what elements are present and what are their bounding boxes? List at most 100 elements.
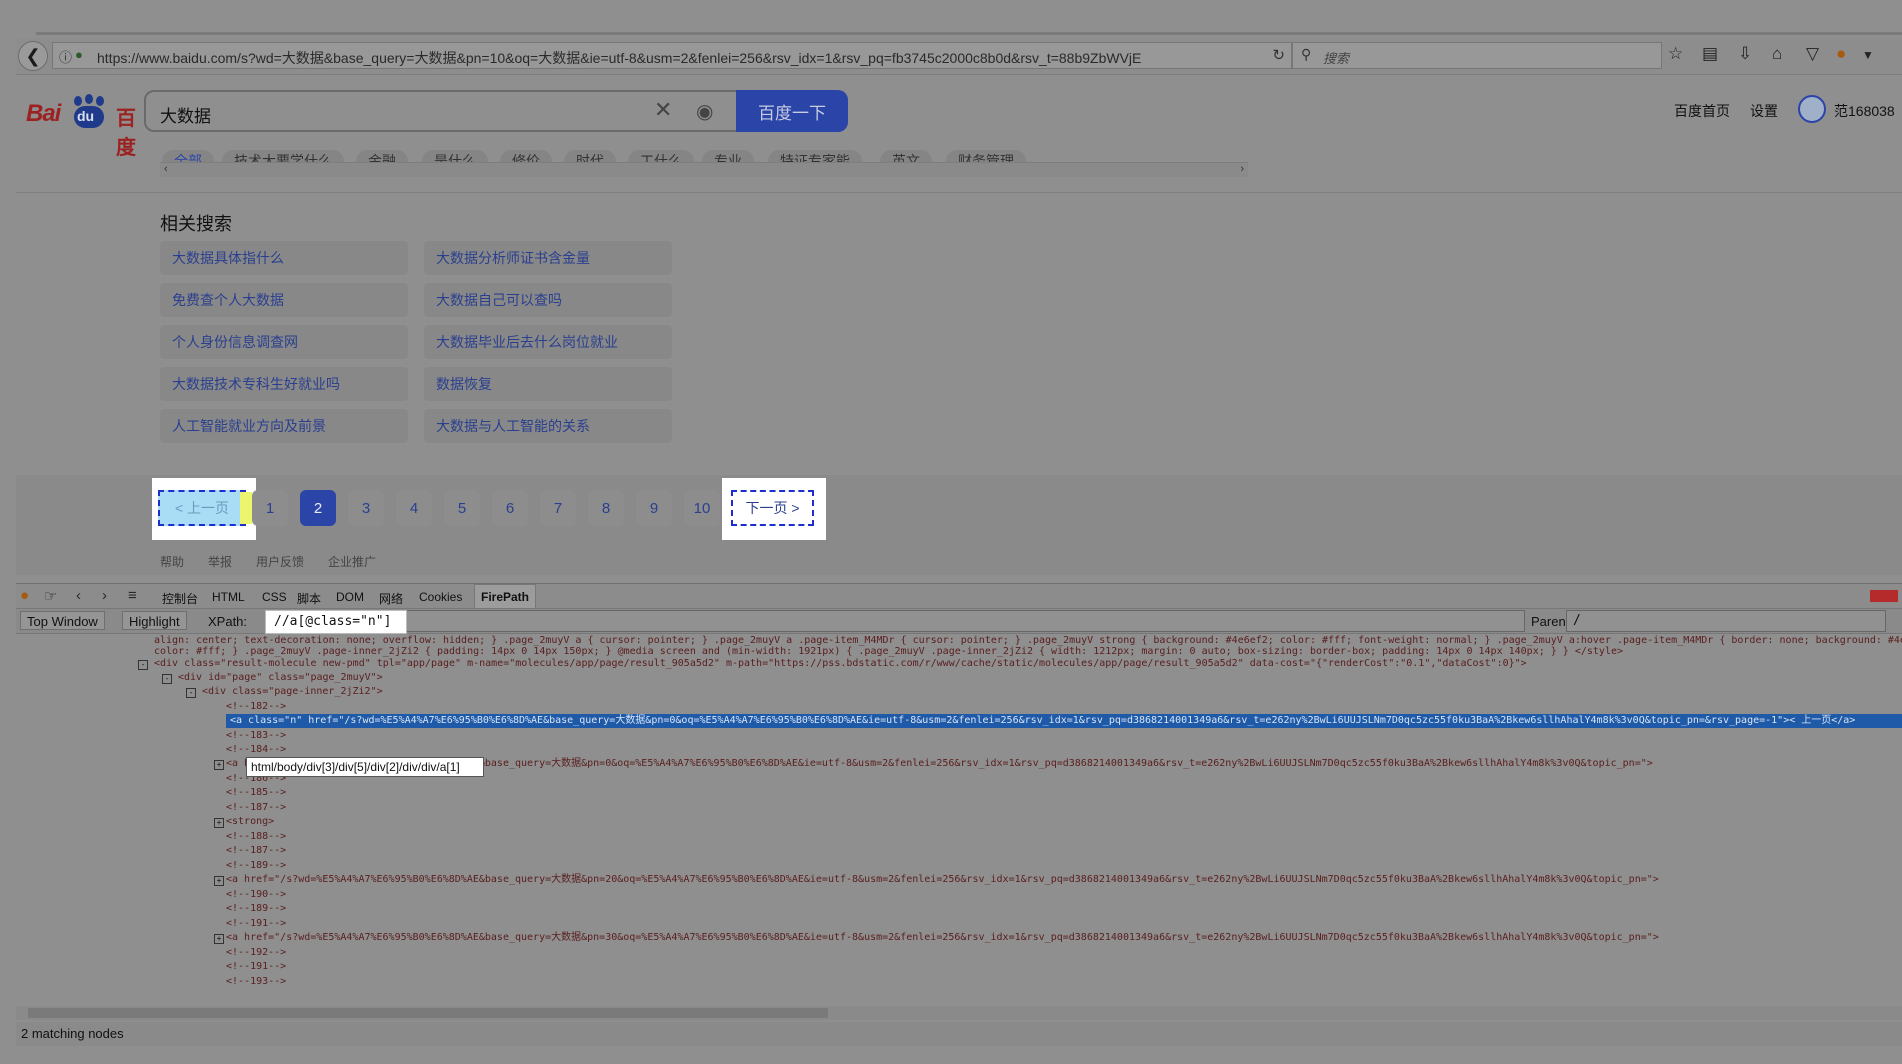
related-link[interactable]: 大数据技术专科生好就业吗 <box>160 367 408 401</box>
highlight-button[interactable]: Highlight <box>122 611 187 630</box>
collapse-toggle[interactable]: - <box>162 674 172 684</box>
prev-page-link[interactable]: < 上一页 <box>158 490 246 526</box>
page-link[interactable]: 6 <box>492 490 528 526</box>
code-comment: <!--182--> <box>226 701 287 712</box>
page-link[interactable]: 8 <box>588 490 624 526</box>
camera-icon[interactable]: ◉ <box>696 99 713 124</box>
page-link[interactable]: 4 <box>396 490 432 526</box>
expand-toggle[interactable]: + <box>214 876 224 886</box>
clear-icon[interactable]: ✕ <box>654 97 672 123</box>
page-link[interactable]: 3 <box>348 490 384 526</box>
tab-network[interactable]: 网络 <box>379 590 403 607</box>
url-bar[interactable]: ⓘ ● https://www.baidu.com/s?wd=大数据&base_… <box>52 42 1292 69</box>
devtools-horizontal-scrollbar[interactable] <box>16 1006 1902 1020</box>
expand-toggle[interactable]: + <box>214 934 224 944</box>
tab-item[interactable]: 技术大要学什么 <box>222 150 344 162</box>
code-line[interactable]: <a href="/s?wd=%E5%A4%A7%E6%95%B0%E6%8D%… <box>226 873 1659 887</box>
tab-html[interactable]: HTML <box>212 590 245 604</box>
tab-css[interactable]: CSS <box>262 590 287 604</box>
browser-search-field[interactable]: ⚲ 搜索 <box>1292 42 1662 69</box>
username-link[interactable]: 范168038 <box>1834 101 1895 121</box>
footer-link[interactable]: 帮助 <box>160 553 184 570</box>
scroll-left-icon[interactable]: ‹ <box>164 163 168 175</box>
home-icon[interactable]: ⌂ <box>1772 44 1782 64</box>
xpath-bar: Top Window Highlight XPath: //a[@class="… <box>16 609 1902 634</box>
code-line[interactable]: <div class="page-inner_2jZi2"> <box>202 685 383 699</box>
avatar[interactable] <box>1798 95 1826 123</box>
code-line[interactable]: <div class="result-molecule new-pmd" tpl… <box>154 657 1527 671</box>
collapse-toggle[interactable]: - <box>138 660 148 670</box>
expand-toggle[interactable]: + <box>214 818 224 828</box>
menu-chevron-icon[interactable]: ▼ <box>1862 48 1874 62</box>
back-button[interactable]: ❮ <box>18 41 48 71</box>
tab-item[interactable]: 专业 <box>702 150 754 162</box>
scroll-right-icon[interactable]: › <box>1240 163 1244 175</box>
search-query[interactable]: 大数据 <box>160 102 211 127</box>
page-link[interactable]: 10 <box>684 490 720 526</box>
related-link[interactable]: 个人身份信息调查网 <box>160 325 408 359</box>
code-line[interactable]: <strong> <box>226 815 274 829</box>
tab-item[interactable]: 金融 <box>356 150 408 162</box>
baidu-home-link[interactable]: 百度首页 <box>1674 101 1730 121</box>
collapse-toggle[interactable]: - <box>186 688 196 698</box>
reload-icon[interactable]: ↻ <box>1272 46 1285 64</box>
parent-input[interactable]: / <box>1566 610 1886 632</box>
xpath-input[interactable]: //a[@class="n"] <box>265 610 407 634</box>
page-link[interactable]: 5 <box>444 490 480 526</box>
tab-cookies[interactable]: Cookies <box>419 590 462 604</box>
related-link[interactable]: 人工智能就业方向及前景 <box>160 409 408 443</box>
expand-toggle[interactable]: + <box>214 760 224 770</box>
info-icon[interactable]: ⓘ <box>59 47 72 66</box>
related-link[interactable]: 数据恢复 <box>424 367 672 401</box>
html-tree: align: center; text-decoration: none; ov… <box>16 634 1902 990</box>
pocket-icon[interactable]: ▽ <box>1806 44 1819 64</box>
tab-item[interactable]: 英文 <box>880 150 932 162</box>
inspect-icon[interactable]: ☞ <box>44 587 57 605</box>
firebug-icon[interactable]: ● <box>1836 44 1846 64</box>
tab-item[interactable]: 全部 <box>162 150 214 162</box>
firebug-icon[interactable]: ● <box>20 587 29 604</box>
tab-item[interactable]: 是什么 <box>422 150 488 162</box>
search-button[interactable]: 百度一下 <box>736 90 848 132</box>
scrollbar-thumb[interactable] <box>28 1008 828 1018</box>
footer-link[interactable]: 举报 <box>208 553 232 570</box>
related-link[interactable]: 免费查个人大数据 <box>160 283 408 317</box>
tab-item[interactable]: 时代 <box>564 150 616 162</box>
tab-dom[interactable]: DOM <box>336 590 364 604</box>
forward-icon[interactable]: › <box>102 587 107 604</box>
tabs-scrollbar[interactable]: ‹ › <box>160 162 1248 177</box>
tab-script[interactable]: 脚本 <box>297 590 321 607</box>
code-comment: <!--183--> <box>226 730 287 741</box>
page-link[interactable]: 1 <box>252 490 288 526</box>
xpath-tooltip: html/body/div[3]/div[5]/div[2]/div/div/a… <box>246 757 484 777</box>
back-icon[interactable]: ‹ <box>76 587 81 604</box>
next-page-link[interactable]: 下一页 > <box>731 490 814 526</box>
download-icon[interactable]: ⇩ <box>1738 44 1752 64</box>
tab-item[interactable]: 工什么 <box>628 150 694 162</box>
page-link[interactable]: 7 <box>540 490 576 526</box>
search-input[interactable]: 大数据 ✕ ◉ <box>144 90 738 132</box>
tab-item[interactable]: 财务管理 <box>946 150 1026 162</box>
tab-console[interactable]: 控制台 <box>162 590 198 607</box>
url-text[interactable]: https://www.baidu.com/s?wd=大数据&base_quer… <box>97 48 1267 68</box>
settings-link[interactable]: 设置 <box>1750 101 1778 121</box>
code-line[interactable]: <div id="page" class="page_2muyV"> <box>178 671 383 685</box>
selected-node[interactable]: <a class="n" href="/s?wd=%E5%A4%A7%E6%95… <box>226 714 1902 728</box>
footer-link[interactable]: 企业推广 <box>328 553 376 570</box>
related-link[interactable]: 大数据与人工智能的关系 <box>424 409 672 443</box>
close-icon[interactable] <box>1870 590 1898 602</box>
tab-item[interactable]: 特证专家能 <box>768 150 862 162</box>
code-line[interactable]: <a href="/s?wd=%E5%A4%A7%E6%95%B0%E6%8D%… <box>226 931 1659 945</box>
related-link[interactable]: 大数据分析师证书含金量 <box>424 241 672 275</box>
bookmark-star-icon[interactable]: ☆ <box>1668 44 1683 64</box>
reading-list-icon[interactable]: ▤ <box>1702 44 1718 64</box>
related-link[interactable]: 大数据毕业后去什么岗位就业 <box>424 325 672 359</box>
related-link[interactable]: 大数据自己可以查吗 <box>424 283 672 317</box>
related-link[interactable]: 大数据具体指什么 <box>160 241 408 275</box>
footer-link[interactable]: 用户反馈 <box>256 553 304 570</box>
tab-firepath[interactable]: FirePath <box>474 584 537 608</box>
top-window-dropdown[interactable]: Top Window <box>20 611 105 630</box>
tab-item[interactable]: 修价 <box>500 150 552 162</box>
page-link[interactable]: 9 <box>636 490 672 526</box>
list-icon[interactable]: ≡ <box>128 587 137 604</box>
